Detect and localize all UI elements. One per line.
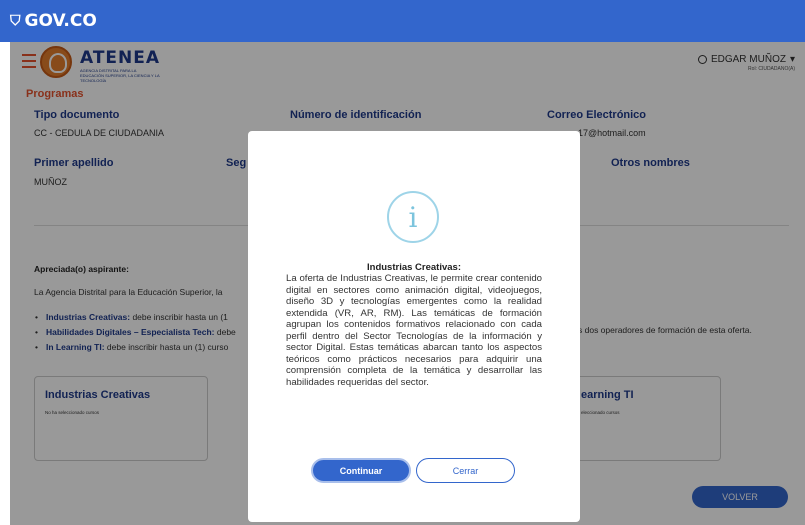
- cerrar-button[interactable]: Cerrar: [416, 458, 515, 483]
- modal-title: Industrias Creativas:: [367, 262, 461, 273]
- gov-logo[interactable]: ⛉ GOV.CO: [10, 11, 97, 31]
- shield-icon: ⛉: [10, 13, 21, 29]
- info-modal: i Industrias Creativas: La oferta de Ind…: [248, 131, 580, 522]
- continuar-button[interactable]: Continuar: [311, 458, 411, 483]
- gov-bar: ⛉ GOV.CO: [0, 0, 805, 42]
- gov-logo-text: GOV.CO: [24, 11, 97, 31]
- modal-body: La oferta de Industrias Creativas, le pe…: [286, 273, 542, 388]
- info-icon: i: [387, 191, 439, 243]
